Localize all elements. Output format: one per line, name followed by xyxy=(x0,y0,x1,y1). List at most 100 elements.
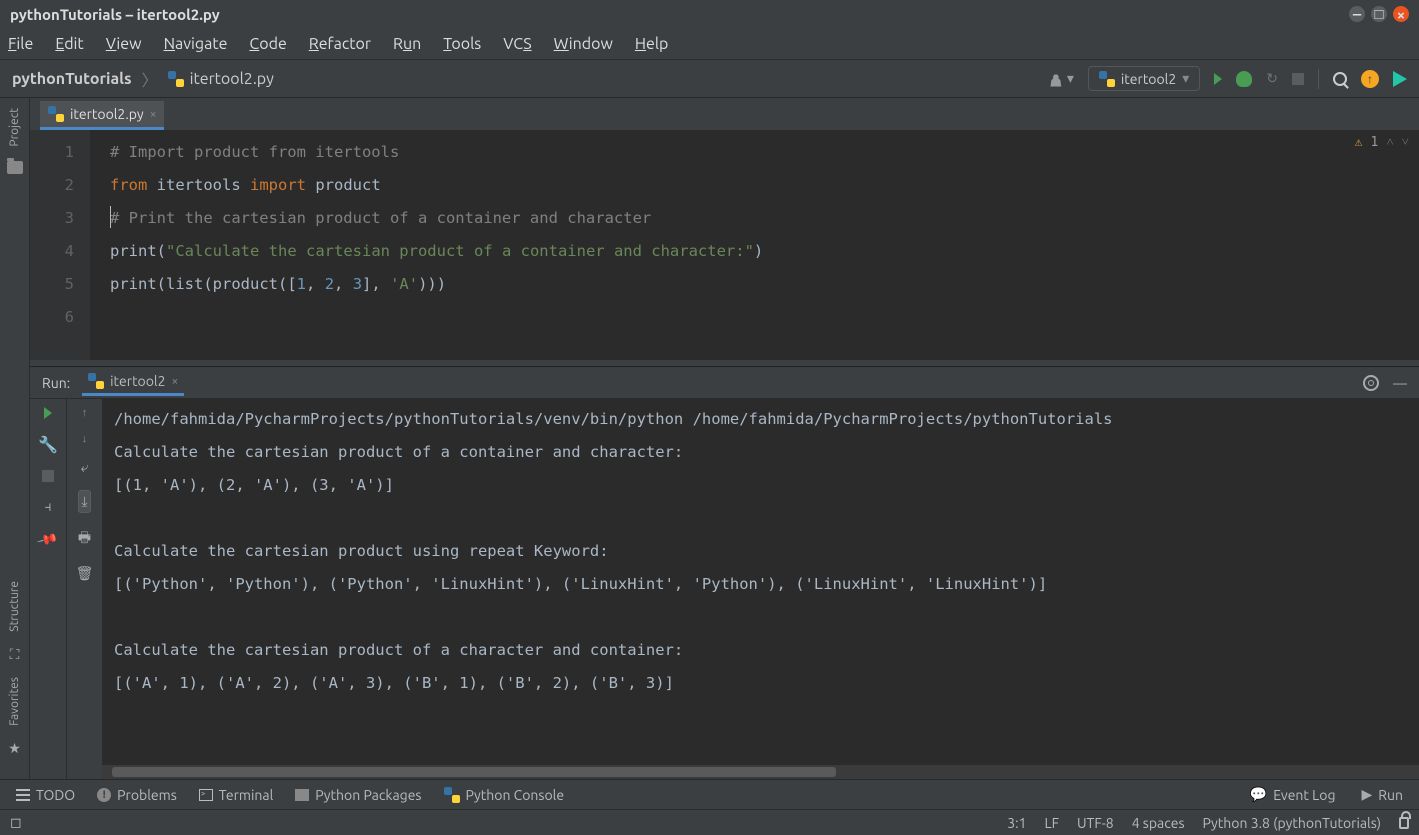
menu-file[interactable]: File xyxy=(8,35,33,53)
layout-button[interactable]: ⫞ xyxy=(45,498,52,515)
run-button[interactable] xyxy=(1214,73,1222,85)
print-button[interactable]: 🖶 xyxy=(78,527,91,551)
run-panel-tab[interactable]: itertool2 × xyxy=(82,369,184,396)
star-icon xyxy=(8,740,21,757)
menu-navigate[interactable]: Navigate xyxy=(164,35,228,53)
event-log-button[interactable]: 💬Event Log xyxy=(1242,786,1344,803)
menu-code[interactable]: Code xyxy=(249,35,286,53)
close-tab-icon[interactable]: × xyxy=(150,108,157,121)
editor-tabs: itertool2.py × xyxy=(30,98,1419,130)
play-icon: ▶ xyxy=(1362,786,1373,803)
indent-setting[interactable]: 4 spaces xyxy=(1132,815,1185,831)
stop-run-button[interactable] xyxy=(42,470,54,482)
search-button[interactable] xyxy=(1333,72,1347,86)
update-button[interactable]: ↑ xyxy=(1361,70,1379,88)
ide-scripting-button[interactable] xyxy=(1393,71,1407,87)
menu-view[interactable]: View xyxy=(106,35,142,53)
edit-config-button[interactable]: 🔧 xyxy=(38,435,58,454)
terminal-icon xyxy=(199,789,213,801)
menu-edit[interactable]: Edit xyxy=(55,35,83,53)
left-tool-gutter: Project Structure ⛶ Favorites xyxy=(0,98,30,779)
readonly-toggle-button[interactable] xyxy=(1399,817,1409,829)
lock-icon xyxy=(1399,817,1409,829)
editor-tab-label: itertool2.py xyxy=(70,106,144,122)
menu-run[interactable]: Run xyxy=(393,35,421,53)
stop-button[interactable] xyxy=(1292,73,1304,85)
next-result-button[interactable]: ↓ xyxy=(82,433,88,445)
structure-icon: ⛶ xyxy=(10,646,20,663)
run-tool-window: Run: itertool2 × — 🔧 ⫞ 📌 xyxy=(30,366,1419,779)
menu-vcs[interactable]: VCS xyxy=(503,35,531,53)
hide-run-panel-button[interactable]: — xyxy=(1393,375,1407,391)
soft-wrap-button[interactable]: ⤶ xyxy=(81,459,89,476)
debug-button[interactable] xyxy=(1236,71,1252,87)
window-title: pythonTutorials – itertool2.py xyxy=(10,6,220,23)
breadcrumb-file[interactable]: itertool2.py xyxy=(190,70,274,88)
sidebar-favorites[interactable]: Favorites xyxy=(8,677,21,726)
console-output[interactable]: /home/fahmida/PycharmProjects/pythonTuto… xyxy=(102,399,1419,765)
todo-tool-button[interactable]: TODO xyxy=(8,787,83,803)
chevron-right-icon: 〉 xyxy=(142,67,158,91)
run-settings-button[interactable] xyxy=(1363,375,1379,391)
menu-help[interactable]: Help xyxy=(635,35,669,53)
caret-position[interactable]: 3:1 xyxy=(1007,815,1026,831)
scrollbar-thumb[interactable] xyxy=(112,767,836,777)
run-panel-tab-label: itertool2 xyxy=(110,373,165,389)
run-controls-nav: ↑ ↓ ⤶ ⤓ 🖶 🗑 xyxy=(66,399,102,779)
clear-all-button[interactable]: 🗑 xyxy=(76,565,94,582)
next-highlight-button[interactable]: ˅ xyxy=(1402,134,1409,150)
minimize-button[interactable]: ‒ xyxy=(1349,6,1365,22)
menu-window[interactable]: Window xyxy=(554,35,613,53)
python-file-icon xyxy=(168,71,184,87)
rerun-button[interactable] xyxy=(44,407,52,419)
error-icon: ! xyxy=(97,788,111,802)
menu-tools[interactable]: Tools xyxy=(443,35,481,53)
line-separator[interactable]: LF xyxy=(1045,815,1060,831)
code-content[interactable]: # Import product from itertoolsfrom iter… xyxy=(90,130,1419,360)
chat-icon: 💬 xyxy=(1250,786,1267,803)
horizontal-scrollbar[interactable] xyxy=(102,765,1419,779)
chevron-down-icon: ▾ xyxy=(1182,70,1189,87)
prev-highlight-button[interactable]: ˄ xyxy=(1386,134,1393,150)
code-editor[interactable]: 123456 # Import product from itertoolsfr… xyxy=(30,130,1419,360)
run-config-selector[interactable]: itertool2 ▾ xyxy=(1088,66,1200,91)
run-panel-title: Run: xyxy=(42,375,70,391)
python-console-tool-button[interactable]: Python Console xyxy=(436,787,573,803)
close-run-tab-icon[interactable]: × xyxy=(171,375,178,388)
play-colored-icon xyxy=(1393,71,1407,87)
package-icon xyxy=(295,789,309,801)
file-encoding[interactable]: UTF-8 xyxy=(1077,815,1114,831)
menu-refactor[interactable]: Refactor xyxy=(309,35,371,53)
warning-count: 1 xyxy=(1370,135,1378,150)
python-file-icon xyxy=(48,106,64,122)
scroll-to-end-button[interactable]: ⤓ xyxy=(78,490,90,513)
line-number-gutter: 123456 xyxy=(30,130,90,360)
close-button[interactable]: × xyxy=(1393,6,1409,22)
sidebar-project[interactable]: Project xyxy=(8,108,21,147)
packages-tool-button[interactable]: Python Packages xyxy=(287,787,429,803)
python-file-icon xyxy=(1099,71,1115,87)
arrow-up-circle-icon: ↑ xyxy=(1361,70,1379,88)
breadcrumb-project[interactable]: pythonTutorials xyxy=(12,70,132,88)
editor-tab-active[interactable]: itertool2.py × xyxy=(40,101,164,130)
coverage-button[interactable]: ↻ xyxy=(1266,70,1278,87)
bottom-tool-buttons: TODO !Problems Terminal Python Packages … xyxy=(0,779,1419,809)
statusbar: ◻ 3:1 LF UTF-8 4 spaces Python 3.8 (pyth… xyxy=(0,809,1419,835)
search-icon xyxy=(1333,72,1347,86)
warning-icon: ⚠ xyxy=(1355,135,1363,150)
run-tool-button[interactable]: ▶Run xyxy=(1354,786,1412,803)
problems-tool-button[interactable]: !Problems xyxy=(89,787,185,803)
inspection-widget[interactable]: ⚠ 1 ˄ ˅ xyxy=(1355,134,1409,150)
toolwindows-toggle-button[interactable]: ◻ xyxy=(10,814,22,831)
python-interpreter[interactable]: Python 3.8 (pythonTutorials) xyxy=(1203,815,1381,831)
sidebar-structure[interactable]: Structure xyxy=(8,581,21,632)
pin-button[interactable]: 📌 xyxy=(36,528,60,551)
python-file-icon xyxy=(444,787,460,803)
list-icon xyxy=(16,789,30,801)
breadcrumb[interactable]: pythonTutorials 〉 itertool2.py xyxy=(12,67,274,91)
terminal-tool-button[interactable]: Terminal xyxy=(191,787,282,803)
prev-result-button[interactable]: ↑ xyxy=(82,407,88,419)
project-files-icon[interactable] xyxy=(7,161,23,174)
maximize-button[interactable]: □ xyxy=(1371,6,1387,22)
add-user-icon[interactable]: ▾ xyxy=(1047,70,1074,87)
